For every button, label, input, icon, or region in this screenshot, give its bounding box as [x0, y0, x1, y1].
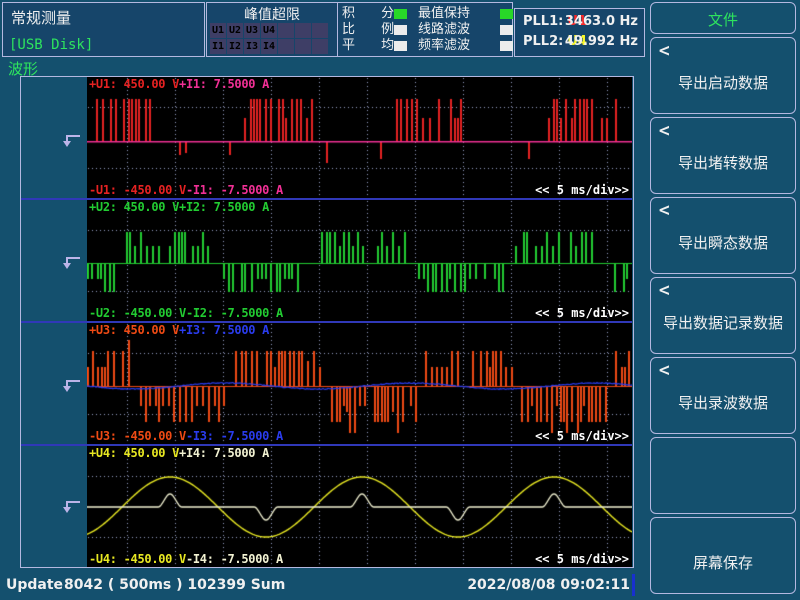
time-per-div-label: << 5 ms/div>>	[535, 429, 629, 443]
time-per-div-label: << 5 ms/div>>	[535, 552, 629, 566]
menu-title-file: 文件	[650, 2, 796, 34]
channel2-scale-top: +U2: 450.00 V+I2: 7.5000 A	[89, 200, 269, 214]
waveform-canvas-2	[87, 200, 632, 321]
datetime-label: 2022/08/08 09:02:11	[460, 577, 630, 593]
peak-cell	[278, 23, 294, 38]
toggle-label-max-hold: 最值保持	[418, 7, 470, 21]
pll-panel: PLL1:U1 3463.0 Hz PLL2:U4 49.992 Hz	[514, 8, 645, 57]
toggle-label-line-filter: 线路滤波	[418, 23, 470, 37]
scaling-checkbox[interactable]	[394, 25, 407, 35]
toggle-label-freq-filter: 频率滤波	[418, 39, 470, 53]
mode-panel: 常规测量 [USB Disk]	[2, 2, 205, 57]
menu-button-export-transient[interactable]: < 导出瞬态数据	[650, 197, 796, 274]
waveform-channel-2: +U2: 450.00 V+I2: 7.5000 A -U2: -450.00 …	[87, 200, 632, 321]
peak-cell: U2	[227, 23, 243, 38]
back-arrow-icon: <	[658, 280, 671, 301]
pll2-label: PLL2:	[523, 34, 563, 49]
integration-checkbox[interactable]	[394, 9, 407, 19]
update-counter: 8042 ( 500ms ) 102399 Sum	[64, 577, 285, 593]
peak-cell	[295, 39, 311, 54]
menu-button-export-locked-rotor[interactable]: < 导出堵转数据	[650, 117, 796, 194]
update-label: Update	[6, 577, 63, 593]
peak-cell	[312, 23, 328, 38]
trigger-marker-ch1	[59, 133, 83, 149]
peak-cell	[312, 39, 328, 54]
peak-cell: U4	[261, 23, 277, 38]
pll1-value: 3463.0 Hz	[565, 14, 638, 29]
peak-cell: U3	[244, 23, 260, 38]
toggle-panel: 积 分 最值保持 比 例 线路滤波 平 均 频率滤波	[337, 2, 513, 57]
channel4-scale-top: +U4: 450.00 V+I4: 7.5000 A	[89, 446, 269, 460]
menu-button-screen-save[interactable]: 屏幕保存	[650, 517, 796, 594]
waveform-channel-4: +U4: 450.00 V+I4: 7.5000 A -U4: -450.00 …	[87, 446, 632, 567]
peak-cell: U1	[210, 23, 226, 38]
waveform-channel-3: +U3: 450.00 V+I3: 7.5000 A -U3: -450.00 …	[87, 323, 632, 444]
back-arrow-icon: <	[658, 200, 671, 221]
mode-title: 常规测量	[11, 7, 71, 28]
trigger-marker-ch3	[59, 378, 83, 394]
menu-button-export-startup[interactable]: < 导出启动数据	[650, 37, 796, 114]
waveform-canvas-4	[87, 446, 632, 567]
instrument-screen: 常规测量 [USB Disk] 峰值超限 U1 U2 U3 U4 I1 I2 I…	[0, 0, 800, 600]
channel4-scale-bottom: -U4: -450.00 V-I4: -7.5000 A	[89, 552, 283, 566]
line-filter-checkbox[interactable]	[500, 25, 513, 35]
menu-button-export-wave-record[interactable]: < 导出录波数据	[650, 357, 796, 434]
max-hold-checkbox[interactable]	[500, 9, 513, 19]
back-arrow-icon: <	[658, 360, 671, 381]
average-checkbox[interactable]	[394, 41, 407, 51]
pll1-label: PLL1:	[523, 14, 563, 29]
menu-button-empty[interactable]	[650, 437, 796, 514]
pll2-value: 49.992 Hz	[565, 34, 638, 49]
peak-cell: I3	[244, 39, 260, 54]
waveform-panel: +U1: 450.00 V+I1: 7.5000 A -U1: -450.00 …	[20, 76, 634, 568]
channel1-scale-top: +U1: 450.00 V+I1: 7.5000 A	[89, 77, 269, 91]
channel3-scale-bottom: -U3: -450.00 V-I3: -7.5000 A	[89, 429, 283, 443]
trigger-marker-ch4	[59, 499, 83, 515]
peak-cell: I2	[227, 39, 243, 54]
peak-cell: I4	[261, 39, 277, 54]
peak-over-limit-title: 峰值超限	[207, 4, 337, 24]
channel2-scale-bottom: -U2: -450.00 V-I2: -7.5000 A	[89, 306, 283, 320]
peak-cell: I1	[210, 39, 226, 54]
channel1-scale-bottom: -U1: -450.00 V-I1: -7.5000 A	[89, 183, 283, 197]
usb-disk-status: [USB Disk]	[9, 37, 93, 53]
time-per-div-label: << 5 ms/div>>	[535, 183, 629, 197]
waveform-channel-1: +U1: 450.00 V+I1: 7.5000 A -U1: -450.00 …	[87, 77, 632, 198]
channel3-scale-top: +U3: 450.00 V+I3: 7.5000 A	[89, 323, 269, 337]
back-arrow-icon: <	[658, 120, 671, 141]
time-per-div-label: << 5 ms/div>>	[535, 306, 629, 320]
freq-filter-checkbox[interactable]	[500, 41, 513, 51]
menu-title-label: 文件	[651, 9, 795, 30]
peak-over-limit-panel: 峰值超限 U1 U2 U3 U4 I1 I2 I3 I4	[206, 2, 338, 57]
waveform-canvas-1	[87, 77, 632, 198]
cursor-bar	[632, 574, 635, 596]
back-arrow-icon: <	[658, 40, 671, 61]
peak-cell	[295, 23, 311, 38]
peak-cell	[278, 39, 294, 54]
waveform-canvas-3	[87, 323, 632, 444]
trigger-marker-ch2	[59, 255, 83, 271]
peak-over-limit-grid: U1 U2 U3 U4 I1 I2 I3 I4	[210, 23, 328, 54]
menu-button-export-data-record[interactable]: < 导出数据记录数据	[650, 277, 796, 354]
